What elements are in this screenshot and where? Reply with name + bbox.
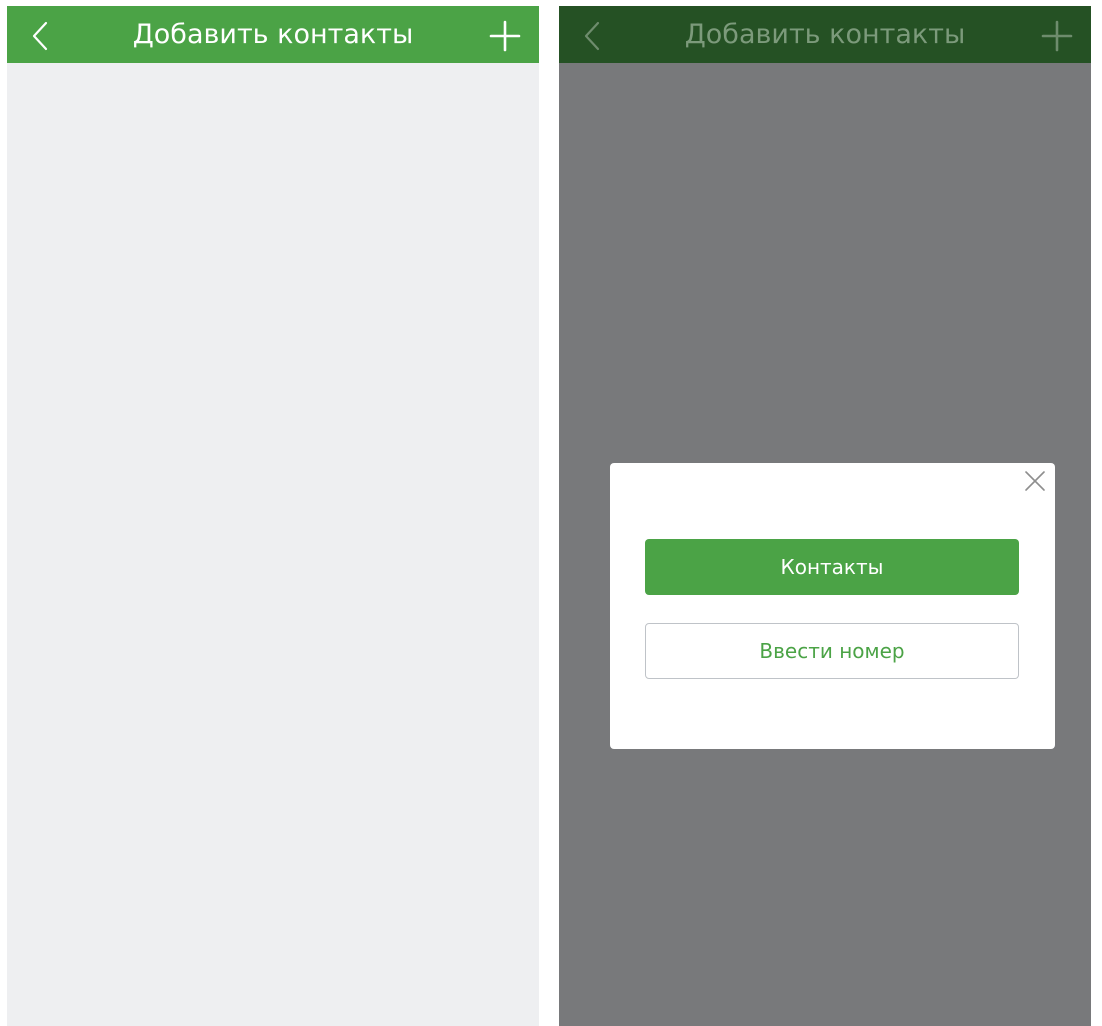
page-title: Добавить контакты — [684, 19, 966, 50]
add-contact-dialog: Контакты Ввести номер — [610, 463, 1055, 749]
back-button[interactable] — [21, 16, 61, 56]
screen-add-contacts-modal: Добавить контакты Контакты Ввести номер — [559, 6, 1091, 1026]
content-area — [7, 63, 539, 1026]
enter-number-button[interactable]: Ввести номер — [645, 623, 1019, 679]
plus-icon — [1041, 20, 1073, 52]
close-button[interactable] — [1023, 469, 1047, 493]
chevron-left-icon — [584, 21, 600, 51]
screen-add-contacts: Добавить контакты — [7, 6, 539, 1026]
contacts-button[interactable]: Контакты — [645, 539, 1019, 595]
top-bar: Добавить контакты — [559, 6, 1091, 63]
back-button[interactable] — [573, 16, 613, 56]
overlay-backdrop[interactable]: Контакты Ввести номер — [559, 63, 1091, 1026]
chevron-left-icon — [32, 21, 48, 51]
plus-icon — [489, 20, 521, 52]
close-icon — [1025, 471, 1045, 491]
add-contact-button[interactable] — [1037, 16, 1077, 56]
add-contact-button[interactable] — [485, 16, 525, 56]
page-title: Добавить контакты — [132, 19, 414, 50]
top-bar: Добавить контакты — [7, 6, 539, 63]
